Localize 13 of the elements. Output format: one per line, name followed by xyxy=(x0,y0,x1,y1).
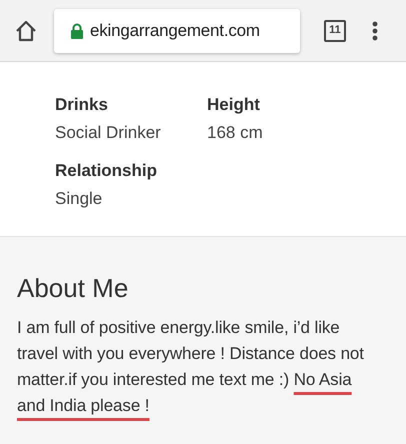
url-text: ekingarrangement.com xyxy=(90,20,260,42)
section-heading: About Me xyxy=(17,273,130,303)
detail-label: Drinks xyxy=(55,94,109,116)
detail-label: Height xyxy=(207,94,261,116)
detail-value: Single xyxy=(55,188,104,210)
detail-value: Social Drinker xyxy=(55,122,162,144)
home-icon xyxy=(14,18,38,42)
address-bar[interactable]: ekingarrangement.com xyxy=(54,8,300,52)
tabs-button[interactable]: 11 xyxy=(324,20,346,42)
detail-value: 168 cm xyxy=(207,122,264,144)
about-text: I am full of positive energy.like smile, i’d like travel with you everywhere ! Distance does not matter.if you interested me text me :) No Asia and India please ! xyxy=(17,317,365,417)
detail-label: Relationship xyxy=(55,160,158,182)
menu-icon[interactable] xyxy=(372,20,378,40)
